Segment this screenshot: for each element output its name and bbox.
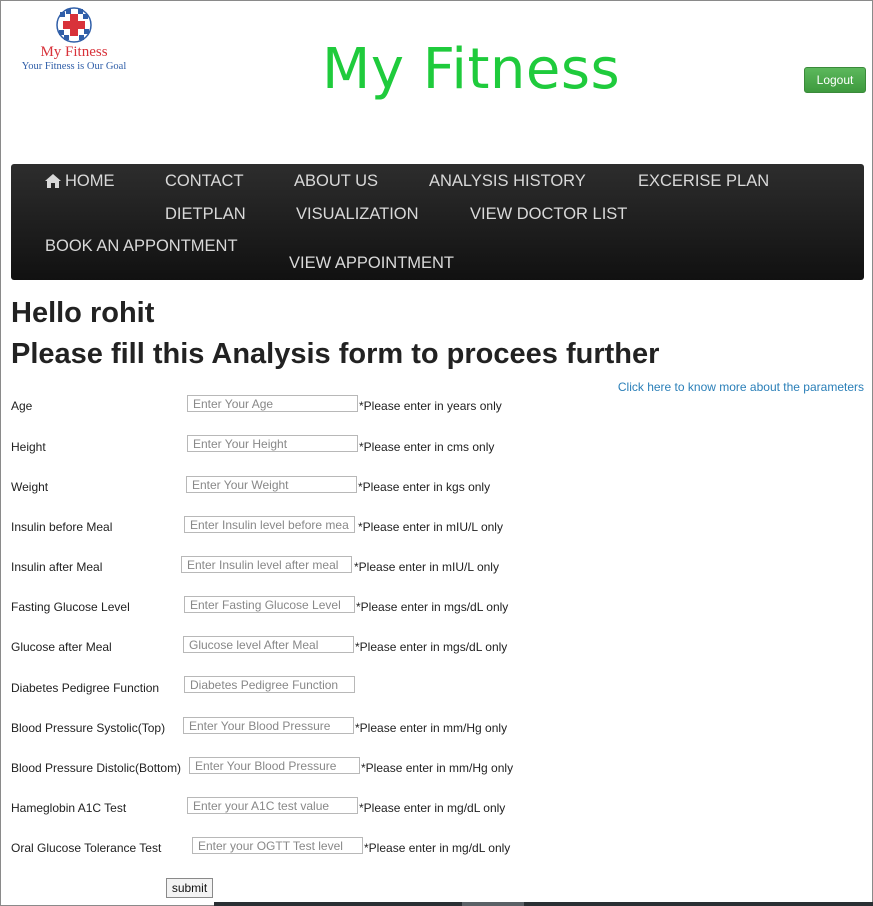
insulin-before-hint: *Please enter in mIU/L only [358,520,503,534]
insulin-before-input[interactable] [184,516,355,533]
height-label: Height [11,440,46,454]
insulin-after-hint: *Please enter in mIU/L only [354,560,499,574]
logo-tagline: Your Fitness is Our Goal [21,61,127,72]
logo-name: My Fitness [40,44,108,60]
bp-diastolic-label: Blood Pressure Distolic(Bottom) [11,761,182,775]
window-bottom-edge [214,902,873,906]
main-navbar: HOME CONTACT ABOUT US ANALYSIS HISTORY E… [11,164,864,280]
a1c-hint: *Please enter in mg/dL only [359,801,506,815]
insulin-after-label: Insulin after Meal [11,560,103,574]
nav-item-view-doctor-list[interactable]: VIEW DOCTOR LIST [470,205,627,224]
bp-systolic-hint: *Please enter in mm/Hg only [355,721,508,735]
pedigree-label: Diabetes Pedigree Function [11,681,160,695]
bp-diastolic-hint: *Please enter in mm/Hg only [361,761,514,775]
form-title: Please fill this Analysis form to procee… [11,338,660,370]
ogtt-label: Oral Glucose Tolerance Test [11,841,162,855]
nav-item-dietplan[interactable]: DIETPLAN [165,205,246,224]
parameters-info-link[interactable]: Click here to know more about the parame… [618,380,864,394]
fasting-glucose-label: Fasting Glucose Level [11,600,130,614]
logout-button[interactable]: Logout [804,67,866,93]
height-input[interactable] [187,435,358,452]
nav-item-contact[interactable]: CONTACT [165,172,244,191]
logo-cross-globe-icon [56,7,92,43]
nav-item-book-appointment[interactable]: BOOK AN APPONTMENT [45,237,238,256]
greeting-heading: Hello rohit [11,297,155,329]
nav-item-visualization[interactable]: VISUALIZATION [296,205,419,224]
height-hint: *Please enter in cms only [359,440,495,454]
fasting-glucose-hint: *Please enter in mgs/dL only [356,600,509,614]
fasting-glucose-input[interactable] [184,596,355,613]
submit-button[interactable]: submit [166,878,213,898]
a1c-label: Hameglobin A1C Test [11,801,127,815]
insulin-before-label: Insulin before Meal [11,520,113,534]
weight-hint: *Please enter in kgs only [358,480,491,494]
pedigree-input[interactable] [184,676,355,693]
ogtt-input[interactable] [192,837,363,854]
insulin-after-input[interactable] [181,556,352,573]
glucose-after-meal-input[interactable] [183,636,354,653]
site-title: My Fitness [322,37,621,102]
age-label: Age [11,399,33,413]
bp-diastolic-input[interactable] [189,757,360,774]
bp-systolic-label: Blood Pressure Systolic(Top) [11,721,166,735]
weight-label: Weight [11,480,49,494]
a1c-input[interactable] [187,797,358,814]
nav-item-excerise-plan[interactable]: EXCERISE PLAN [638,172,769,191]
home-icon [45,174,61,188]
age-hint: *Please enter in years only [359,399,502,413]
bp-systolic-input[interactable] [183,717,354,734]
glucose-after-meal-label: Glucose after Meal [11,640,112,654]
ogtt-hint: *Please enter in mg/dL only [364,841,511,855]
age-input[interactable] [187,395,358,412]
nav-item-home[interactable]: HOME [45,172,115,191]
nav-item-analysis-history[interactable]: ANALYSIS HISTORY [429,172,586,191]
weight-input[interactable] [186,476,357,493]
nav-item-view-appointment[interactable]: VIEW APPOINTMENT [289,254,454,273]
nav-item-about-us[interactable]: ABOUT US [294,172,378,191]
nav-item-label: HOME [65,172,115,190]
site-logo[interactable]: My Fitness Your Fitness is Our Goal [15,6,140,76]
glucose-after-meal-hint: *Please enter in mgs/dL only [355,640,508,654]
